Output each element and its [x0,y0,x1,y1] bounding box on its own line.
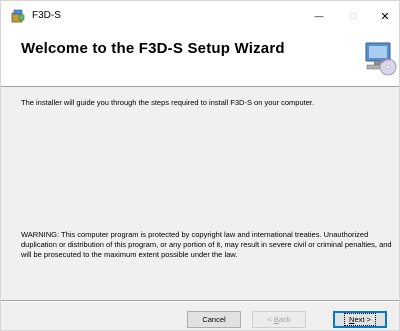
back-label: < Back [267,315,291,324]
computer-cd-icon [365,42,397,76]
installer-box-icon [11,9,25,23]
back-button: < Back [252,311,306,328]
title-bar[interactable]: F3D-S — □ ✕ [1,1,399,31]
divider [1,300,399,302]
wizard-content: The installer will guide you through the… [1,88,399,300]
intro-text: The installer will guide you through the… [21,98,315,107]
maximize-icon: □ [349,10,357,22]
page-title: Welcome to the F3D-S Setup Wizard [21,40,285,57]
minimize-icon: — [314,11,324,21]
cancel-button[interactable]: Cancel [187,311,241,328]
close-button[interactable]: ✕ [363,1,400,31]
setup-wizard-window: F3D-S — □ ✕ Welcome to the F3D-S Setup W… [0,0,400,331]
next-button[interactable]: Next > [333,311,387,328]
window-title: F3D-S [32,10,61,21]
copyright-warning: WARNING: This computer program is protec… [21,230,392,259]
wizard-banner: Welcome to the F3D-S Setup Wizard [1,31,399,87]
close-icon: ✕ [380,10,390,23]
next-label: Next > [344,313,376,326]
cancel-label: Cancel [202,315,226,324]
